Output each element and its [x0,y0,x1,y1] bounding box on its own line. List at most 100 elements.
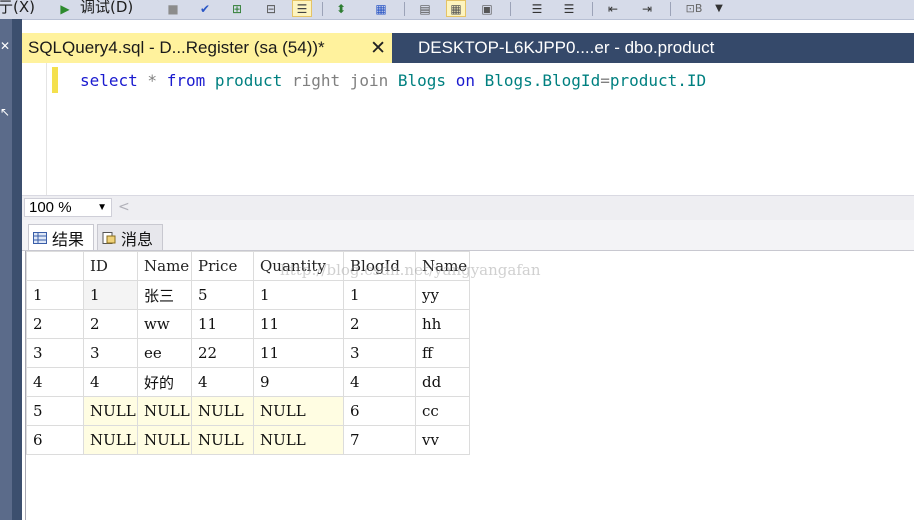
comment-icon[interactable]: ☰ [528,0,546,17]
tab-messages[interactable]: 消息 [97,224,163,250]
col-header-id[interactable]: ID [83,251,138,281]
include-plan-icon[interactable]: ⬍ [332,0,350,17]
cell-blogid[interactable]: 6 [343,396,416,426]
kw-select: select [80,71,138,90]
cell-name[interactable]: ww [137,309,192,339]
cell-id[interactable]: 4 [83,367,138,397]
tab-sqlquery4-label: SQLQuery4.sql - D...Register (sa (54))* [28,38,325,57]
cell-name[interactable]: 好的 [137,367,192,397]
outdent-icon[interactable]: ⇤ [604,0,622,17]
results-grid[interactable]: ID Name Price Quantity BlogId Name 1 1 张… [25,251,914,520]
cell-blogid[interactable]: 4 [343,367,416,397]
query-text[interactable]: select * from product right join Blogs o… [80,71,706,90]
table-row[interactable]: 2 2 ww 11 11 2 hh [26,309,470,339]
close-icon[interactable]: ✕ [370,37,386,60]
tab-dbo-product[interactable]: DESKTOP-L6KJPP0....er - dbo.product [418,33,714,63]
cell-name2[interactable]: vv [415,425,470,455]
cell-quantity[interactable]: NULL [253,425,344,455]
table-row[interactable]: 1 1 张三 5 1 1 yy [26,280,470,310]
cell-quantity[interactable]: 1 [253,280,344,310]
execute-icon[interactable]: ▶ [56,0,74,17]
col-header-name[interactable]: Name [137,251,192,281]
cell-quantity[interactable]: 9 [253,367,344,397]
cell-name2[interactable]: ff [415,338,470,368]
star: * [137,71,167,90]
cell-name2[interactable]: cc [415,396,470,426]
plan-icon[interactable]: ⊞ [228,0,246,17]
cell-price[interactable]: NULL [191,425,254,455]
query-options-icon[interactable]: ⊟ [262,0,280,17]
query-editor[interactable]: select * from product right join Blogs o… [22,63,914,195]
cell-id[interactable]: NULL [83,425,138,455]
cell-blogid[interactable]: 2 [343,309,416,339]
tab-sqlquery4[interactable]: SQLQuery4.sql - D...Register (sa (54))* … [22,33,392,63]
cell-id[interactable]: 3 [83,338,138,368]
toolbar: 亍(X) ▶ 调试(D) ■ ✔ ⊞ ⊟ ☰ ⬍ ▦ ▤ ▦ ▣ ☰ ☰ ⇤ ⇥… [0,0,914,20]
results-to-grid-icon[interactable]: ☰ [292,0,312,17]
results-to-grid-active-icon[interactable]: ▦ [446,0,466,17]
specify-values-icon[interactable]: ⊡B [680,0,708,17]
cell-name[interactable]: NULL [137,396,192,426]
row-number[interactable]: 5 [26,396,84,426]
cell-blogid[interactable]: 1 [343,280,416,310]
grid-icon [33,231,47,244]
cell-name[interactable]: 张三 [137,280,192,310]
row-number[interactable]: 2 [26,309,84,339]
results-to-text-icon[interactable]: ▤ [416,0,434,17]
cell-id[interactable]: 1 [83,280,138,310]
cell-blogid[interactable]: 7 [343,425,416,455]
cell-name2[interactable]: hh [415,309,470,339]
cell-quantity[interactable]: NULL [253,396,344,426]
row-number[interactable]: 6 [26,425,84,455]
zoom-select[interactable]: 100 % ▼ [24,198,112,217]
tab-messages-label: 消息 [121,229,154,249]
menu-debug[interactable]: 调试(D) [80,0,133,17]
menu-tools[interactable]: 亍(X) [0,0,35,17]
cell-name[interactable]: ee [137,338,192,368]
table-row[interactable]: 3 3 ee 22 11 3 ff [26,338,470,368]
row-number[interactable]: 3 [26,338,84,368]
cell-blogid[interactable]: 3 [343,338,416,368]
cell-price[interactable]: 5 [191,280,254,310]
col-header-quantity[interactable]: Quantity [253,251,344,281]
col-header-name2[interactable]: Name [415,251,470,281]
table-row[interactable]: 5 NULL NULL NULL NULL 6 cc [26,396,470,426]
cell-price[interactable]: 11 [191,309,254,339]
chevron-down-icon: ▼ [97,202,107,213]
kw-from: from [166,71,206,90]
join-left: Blogs.BlogId [474,71,601,90]
cell-quantity[interactable]: 11 [253,309,344,339]
table-row[interactable]: 4 4 好的 4 9 4 dd [26,367,470,397]
tab-results[interactable]: 结果 [28,224,94,250]
kw-on: on [455,71,475,90]
left-border [12,19,22,520]
result-tabs: 结果 消息 [22,220,914,251]
col-header-price[interactable]: Price [191,251,254,281]
client-stats-icon[interactable]: ▦ [372,0,390,17]
uncomment-icon[interactable]: ☰ [560,0,578,17]
zoom-bar: 100 % ▼ < [22,195,914,220]
row-number[interactable]: 4 [26,367,84,397]
indent-icon[interactable]: ⇥ [638,0,656,17]
cell-price[interactable]: NULL [191,396,254,426]
cell-name2[interactable]: yy [415,280,470,310]
stop-icon[interactable]: ■ [164,0,182,17]
change-indicator [52,67,58,93]
cell-quantity[interactable]: 11 [253,338,344,368]
cell-name[interactable]: NULL [137,425,192,455]
pin-icon[interactable]: ✕ [0,39,10,53]
toolbar-overflow-icon[interactable]: ▼ [710,0,728,17]
row-number[interactable]: 1 [26,280,84,310]
cell-id[interactable]: NULL [83,396,138,426]
table-row[interactable]: 6 NULL NULL NULL NULL 7 vv [26,425,470,455]
row-header-corner[interactable] [26,251,84,281]
cell-name2[interactable]: dd [415,367,470,397]
results-to-file-icon[interactable]: ▣ [478,0,496,17]
cell-price[interactable]: 22 [191,338,254,368]
col-header-blogid[interactable]: BlogId [343,251,416,281]
cell-price[interactable]: 4 [191,367,254,397]
check-icon[interactable]: ✔ [196,0,214,17]
scroll-left-icon[interactable]: < [118,199,130,215]
cell-id[interactable]: 2 [83,309,138,339]
editor-gutter [22,63,47,195]
